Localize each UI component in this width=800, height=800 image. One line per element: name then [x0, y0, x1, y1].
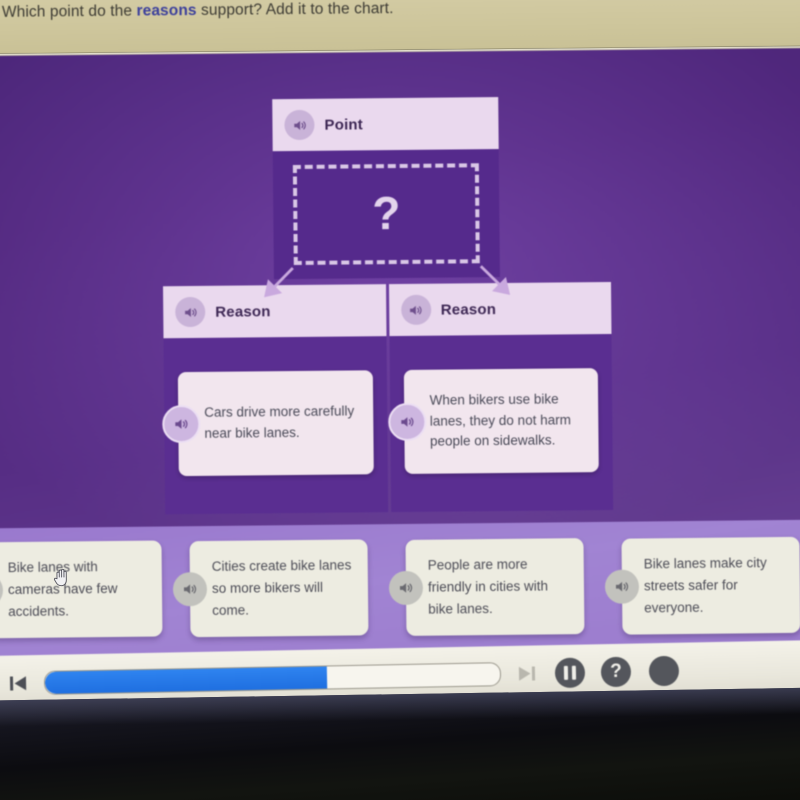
- prompt-band: Which point do the reasons support? Add …: [0, 0, 800, 54]
- point-body: ?: [272, 149, 500, 280]
- speaker-icon[interactable]: [387, 402, 426, 442]
- prompt-text: Which point do the reasons support? Add …: [2, 0, 394, 22]
- reason-card[interactable]: Cars drive more carefully near bike lane…: [162, 370, 374, 477]
- pause-button[interactable]: [554, 657, 586, 689]
- point-header-label: Point: [324, 115, 364, 134]
- speaker-icon[interactable]: [175, 296, 206, 328]
- tray-card[interactable]: Cities create bike lanes so more bikers …: [172, 539, 369, 638]
- reason-header-label: Reason: [440, 300, 497, 319]
- dropzone-placeholder: ?: [371, 186, 401, 240]
- progress-fill: [44, 666, 328, 694]
- tray-card-text: Bike lanes make city streets safer for e…: [643, 555, 767, 616]
- help-button[interactable]: ?: [600, 656, 632, 688]
- tray-card[interactable]: Bike lanes make city streets safer for e…: [604, 536, 800, 635]
- prompt-text-after: support? Add it to the chart.: [196, 0, 394, 19]
- reason-column: Reason Cars drive more carefully near bi…: [162, 284, 388, 515]
- speaker-icon[interactable]: [400, 294, 431, 325]
- speaker-icon[interactable]: [0, 573, 4, 608]
- grab-hand-cursor: [52, 566, 72, 593]
- reason-card-text: When bikers use bike lanes, they do not …: [429, 391, 571, 450]
- reason-columns: Reason Cars drive more carefully near bi…: [162, 281, 614, 515]
- tray-card-text: Bike lanes with cameras have few acciden…: [7, 559, 118, 620]
- argument-chart: Point ? Reason Cars drive more carefully…: [0, 46, 800, 524]
- reason-column: Reason When bikers use bike lanes, they …: [387, 281, 614, 513]
- tray-card-list: Bike lanes with cameras have few acciden…: [0, 526, 800, 654]
- prompt-keyword: reasons: [136, 2, 197, 20]
- prompt-text-before: Which point do the: [1, 2, 137, 21]
- tray-card-text: Cities create bike lanes so more bikers …: [211, 557, 352, 618]
- tray-card-text: People are more friendly in cities with …: [427, 556, 549, 617]
- reason-card[interactable]: When bikers use bike lanes, they do not …: [387, 368, 599, 474]
- reason-body: Cars drive more carefully near bike lane…: [162, 336, 388, 515]
- tray-card[interactable]: Bike lanes with cameras have few acciden…: [0, 540, 163, 639]
- point-header[interactable]: Point: [272, 97, 499, 152]
- skip-next-icon[interactable]: [515, 661, 539, 685]
- point-block: Point ?: [272, 97, 500, 280]
- tray-card[interactable]: People are more friendly in cities with …: [388, 538, 585, 636]
- speaker-icon[interactable]: [604, 569, 640, 604]
- speaker-icon[interactable]: [172, 572, 208, 607]
- reason-body: When bikers use bike lanes, they do not …: [387, 333, 614, 513]
- speaker-icon[interactable]: [388, 570, 424, 606]
- pause-icon: [563, 665, 577, 680]
- reason-header-label: Reason: [215, 302, 271, 321]
- help-label: ?: [609, 660, 622, 683]
- laptop-bezel: [0, 687, 800, 800]
- speaker-icon[interactable]: [284, 109, 315, 141]
- reason-card-text: Cars drive more carefully near bike lane…: [204, 403, 355, 441]
- screenshot-root: Which point do the reasons support? Add …: [0, 0, 800, 800]
- skip-previous-icon[interactable]: [6, 671, 30, 695]
- extra-circle-button[interactable]: [648, 655, 680, 687]
- speaker-icon[interactable]: [162, 404, 201, 444]
- progress-bar[interactable]: [43, 662, 502, 695]
- point-dropzone[interactable]: ?: [292, 163, 480, 266]
